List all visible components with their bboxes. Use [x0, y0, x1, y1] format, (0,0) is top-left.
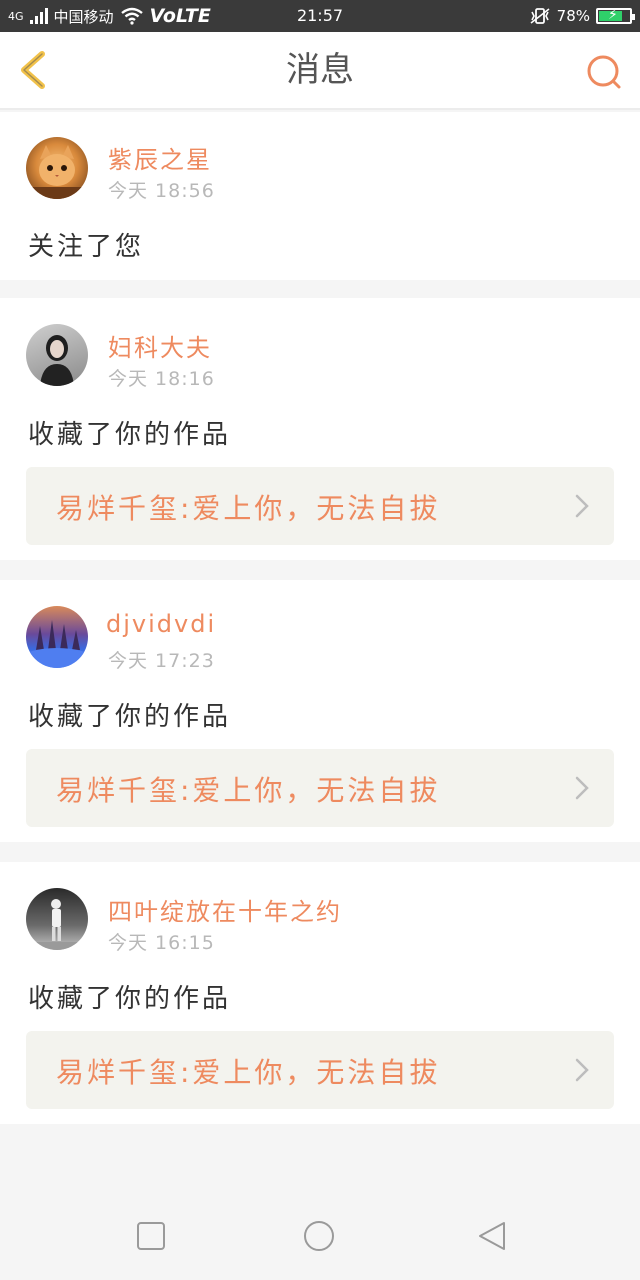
avatar[interactable] [26, 137, 88, 199]
user-name[interactable]: 紫辰之星 [108, 140, 212, 175]
user-name[interactable]: 四叶绽放在十年之约 [108, 892, 342, 927]
message-card[interactable]: djvidvdi 今天 17:23 收藏了你的作品 易烊千玺:爱上你，无法自拔 [0, 580, 640, 842]
castle-avatar-image [26, 620, 88, 668]
message-action: 收藏了你的作品 [28, 420, 232, 450]
chevron-right-icon [575, 1058, 589, 1082]
chevron-right-icon [575, 776, 589, 800]
person-avatar-image [26, 899, 88, 950]
app-header: 消息 [0, 32, 640, 110]
work-title: 易烊千玺:爱上你，无法自拔 [56, 1056, 441, 1089]
search-icon[interactable] [584, 52, 624, 92]
battery-percent: 78% [556, 7, 590, 25]
work-link[interactable]: 易烊千玺:爱上你，无法自拔 [26, 1031, 614, 1109]
status-bar: 4G 中国移动 VoLTE 21:57 78% ⚡ [0, 0, 640, 32]
message-time: 今天 16:15 [108, 932, 215, 954]
recents-square-icon[interactable] [135, 1220, 167, 1252]
avatar[interactable] [26, 324, 88, 386]
user-name[interactable]: 妇科大夫 [108, 328, 212, 363]
avatar[interactable] [26, 606, 88, 668]
message-action: 收藏了你的作品 [28, 984, 232, 1014]
message-card[interactable]: 妇科大夫 今天 18:16 收藏了你的作品 易烊千玺:爱上你，无法自拔 [0, 298, 640, 560]
message-action: 收藏了你的作品 [28, 702, 232, 732]
back-triangle-icon[interactable] [476, 1220, 508, 1252]
work-title: 易烊千玺:爱上你，无法自拔 [56, 774, 441, 807]
avatar[interactable] [26, 888, 88, 950]
message-card[interactable]: 四叶绽放在十年之约 今天 16:15 收藏了你的作品 易烊千玺:爱上你，无法自拔 [0, 862, 640, 1124]
system-nav-bar [0, 1190, 640, 1280]
vibrate-icon [530, 8, 550, 24]
cat-avatar-image [26, 145, 88, 199]
message-time: 今天 17:23 [108, 650, 215, 672]
chevron-right-icon [575, 494, 589, 518]
work-link[interactable]: 易烊千玺:爱上你，无法自拔 [26, 749, 614, 827]
work-title: 易烊千玺:爱上你，无法自拔 [56, 492, 441, 525]
message-time: 今天 18:56 [108, 180, 215, 202]
work-link[interactable]: 易烊千玺:爱上你，无法自拔 [26, 467, 614, 545]
page-title: 消息 [286, 50, 354, 90]
home-circle-icon[interactable] [303, 1220, 335, 1252]
message-action: 关注了您 [28, 232, 145, 262]
girl-avatar-image [40, 335, 74, 386]
battery-icon: ⚡ [596, 7, 635, 24]
message-time: 今天 18:16 [108, 368, 215, 390]
user-name[interactable]: djvidvdi [106, 610, 216, 638]
message-card[interactable]: 紫辰之星 今天 18:56 关注了您 [0, 112, 640, 280]
